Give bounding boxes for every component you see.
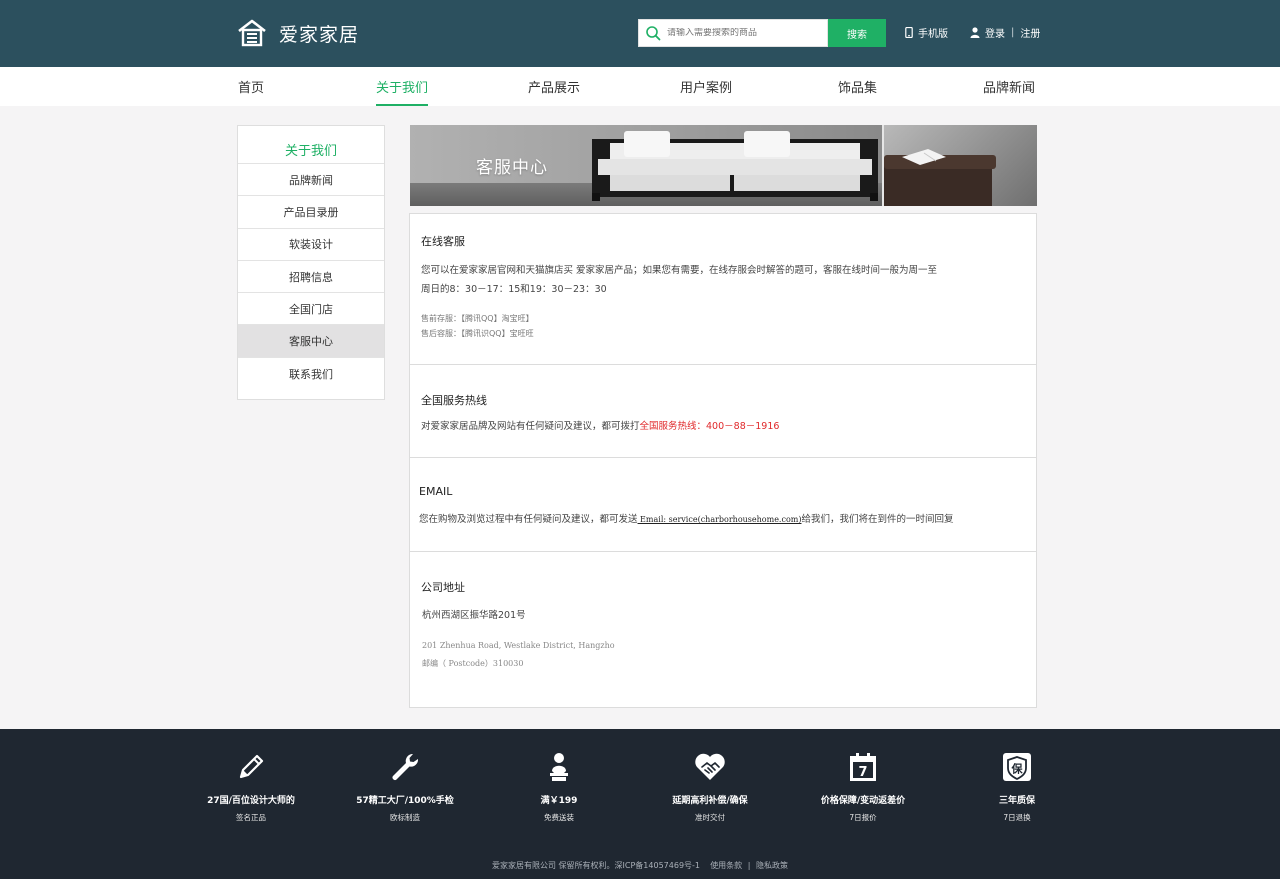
- calendar-icon-number: 7: [858, 765, 867, 780]
- top-header: 爱家家居 搜索 手机版 登录 | 注册: [0, 0, 1280, 67]
- section-online-service: 在线客服 您可以在爱家家居官网和天猫旗店买 爱家家居产品；如果您有需要，在线存服…: [409, 213, 1037, 365]
- email-title: EMAIL: [419, 485, 453, 498]
- email-link[interactable]: Email: service(charborhousehome.com): [638, 515, 801, 524]
- brand-name: 爱家家居: [279, 23, 360, 46]
- feature-warranty-sub: 7日退换: [1003, 813, 1031, 822]
- sofa-illustration: [592, 131, 878, 201]
- login-link[interactable]: 登录: [970, 25, 1005, 40]
- footer: 27国/百位设计大师的 签名正品 57精工大厂/100%手检 欧标制造 满￥19…: [0, 729, 1280, 879]
- register-link[interactable]: 注册: [1020, 25, 1040, 40]
- search-bar: 搜索: [638, 19, 886, 47]
- aftersale-contact: 售后容服：【腾讯识QQ】宝旺旺: [421, 329, 534, 338]
- section-email: EMAIL 您在购物及浏览过程中有任何疑问及建议，都可发送 Email: ser…: [409, 457, 1037, 552]
- sidebar-item-soft-design[interactable]: 软装设计: [238, 229, 384, 261]
- main-nav: 首页 关于我们 产品展示 用户案例 饰品集 品牌新闻: [0, 67, 1280, 106]
- nav-item-cases[interactable]: 用户案例: [680, 77, 732, 96]
- feature-warranty: 保 三年质保 7日退换: [927, 751, 1107, 823]
- online-service-title: 在线客服: [421, 235, 465, 248]
- sidebar-item-catalog[interactable]: 产品目录册: [238, 196, 384, 229]
- feature-designers-title: 27国/百位设计大师的: [207, 796, 295, 806]
- shield-icon-glyph: 保: [1011, 762, 1024, 776]
- person-icon: [550, 753, 568, 781]
- feature-price-guarantee: 7 价格保障/变动返差价 7日报价: [773, 751, 953, 823]
- logo[interactable]: 爱家家居: [237, 18, 359, 48]
- online-service-line2: 周日的8：30－17：15和19：30－23：30: [421, 284, 607, 295]
- address-title: 公司地址: [421, 581, 465, 594]
- email-text-before: 您在购物及浏览过程中有任何疑问及建议，都可发送: [419, 514, 638, 525]
- feature-factory-sub: 欧标制造: [390, 813, 420, 822]
- handshake-heart-icon: [695, 753, 725, 780]
- link-divider: |: [1011, 27, 1015, 38]
- search-button[interactable]: 搜索: [828, 19, 886, 47]
- nav-item-accessories[interactable]: 饰品集: [838, 77, 877, 96]
- online-service-line1: 您可以在爱家家居官网和天猫旗店买 爱家家居产品；如果您有需要，在线存服会时解答的…: [421, 265, 938, 276]
- sidebar-item-stores[interactable]: 全国门店: [238, 293, 384, 326]
- banner-title: 客服中心: [476, 158, 548, 178]
- login-label: 登录: [985, 29, 1005, 40]
- hotline-title: 全国服务热线: [421, 394, 487, 407]
- page-banner: 客服中心: [410, 125, 1037, 206]
- terms-link[interactable]: 使用条款: [710, 861, 742, 870]
- footer-link-divider: |: [747, 861, 751, 870]
- ottoman-illustration: [884, 149, 996, 206]
- pencil-icon: [239, 754, 264, 779]
- sidebar-item-contact[interactable]: 联系我们: [238, 358, 384, 390]
- address-postcode: 邮编（ Postcode）310030: [422, 659, 524, 668]
- address-cn: 杭州西湖区振华路201号: [422, 610, 526, 621]
- search-icon: [646, 26, 661, 41]
- email-text-after: 给我们，我们将在到件的一时间回复: [801, 514, 954, 525]
- feature-factory: 57精工大厂/100%手检 欧标制造: [315, 751, 495, 823]
- privacy-link[interactable]: 隐私政策: [756, 861, 788, 870]
- mobile-label: 手机版: [918, 29, 948, 40]
- calendar-icon: 7: [850, 753, 876, 781]
- section-hotline: 全国服务热线 对爱家家居品牌及网站有任何疑问及建议，都可拨打全国服务热线：400…: [409, 364, 1037, 458]
- nav-item-home[interactable]: 首页: [238, 77, 264, 96]
- nav-item-about[interactable]: 关于我们: [376, 77, 429, 106]
- wrench-icon: [392, 753, 419, 780]
- nav-item-products[interactable]: 产品展示: [528, 77, 580, 96]
- copyright-bar: 爱家家居有限公司 保留所有权利。深ICP备14057469号-1 使用条款 | …: [0, 860, 1280, 871]
- section-address: 公司地址 杭州西湖区振华路201号 201 Zhenhua Road, West…: [409, 551, 1037, 708]
- feature-price-guarantee-title: 价格保障/变动返差价: [820, 796, 906, 806]
- mobile-link[interactable]: 手机版: [905, 25, 948, 40]
- sidebar: 关于我们 品牌新闻 产品目录册 软装设计 招聘信息 全国门店 客服中心 联系我们: [237, 125, 385, 400]
- feature-warranty-title: 三年质保: [998, 796, 1035, 806]
- sidebar-item-customer-service[interactable]: 客服中心: [238, 325, 384, 358]
- sidebar-item-jobs[interactable]: 招聘信息: [238, 261, 384, 294]
- search-box: [638, 19, 828, 47]
- hotline-number: 全国服务热线：400－88－1916: [639, 421, 780, 432]
- hotline-description: 对爱家家居品牌及网站有任何疑问及建议，都可拨打: [421, 421, 640, 432]
- sidebar-title: 关于我们: [238, 126, 384, 164]
- address-en-line1: 201 Zhenhua Road, Westlake District, Han…: [422, 641, 615, 650]
- search-input[interactable]: [667, 28, 817, 38]
- feature-designers: 27国/百位设计大师的 签名正品: [161, 751, 341, 823]
- feature-designers-sub: 签名正品: [236, 813, 266, 822]
- feature-factory-title: 57精工大厂/100%手检: [356, 796, 454, 806]
- feature-price-guarantee-sub: 7日报价: [849, 813, 877, 822]
- phone-icon: [905, 27, 913, 38]
- copyright-text: 爱家家居有限公司 保留所有权利。深ICP备14057469号-1: [492, 861, 701, 870]
- shield-icon: 保: [1003, 753, 1031, 781]
- sidebar-item-brand-news[interactable]: 品牌新闻: [238, 164, 384, 197]
- presale-contact: 售前存服：【腾讯QQ】淘宝旺】: [421, 314, 534, 323]
- banner-side-photo: [884, 125, 1037, 206]
- nav-item-brand-news[interactable]: 品牌新闻: [983, 77, 1035, 96]
- house-logo-icon: [238, 19, 266, 47]
- top-links: 手机版 登录 | 注册: [905, 25, 1040, 40]
- hotline-text: 对爱家家居品牌及网站有任何疑问及建议，都可拨打全国服务热线：400－88－191…: [421, 417, 779, 436]
- user-icon: [970, 27, 980, 38]
- email-text: 您在购物及浏览过程中有任何疑问及建议，都可发送 Email: service(c…: [419, 510, 954, 529]
